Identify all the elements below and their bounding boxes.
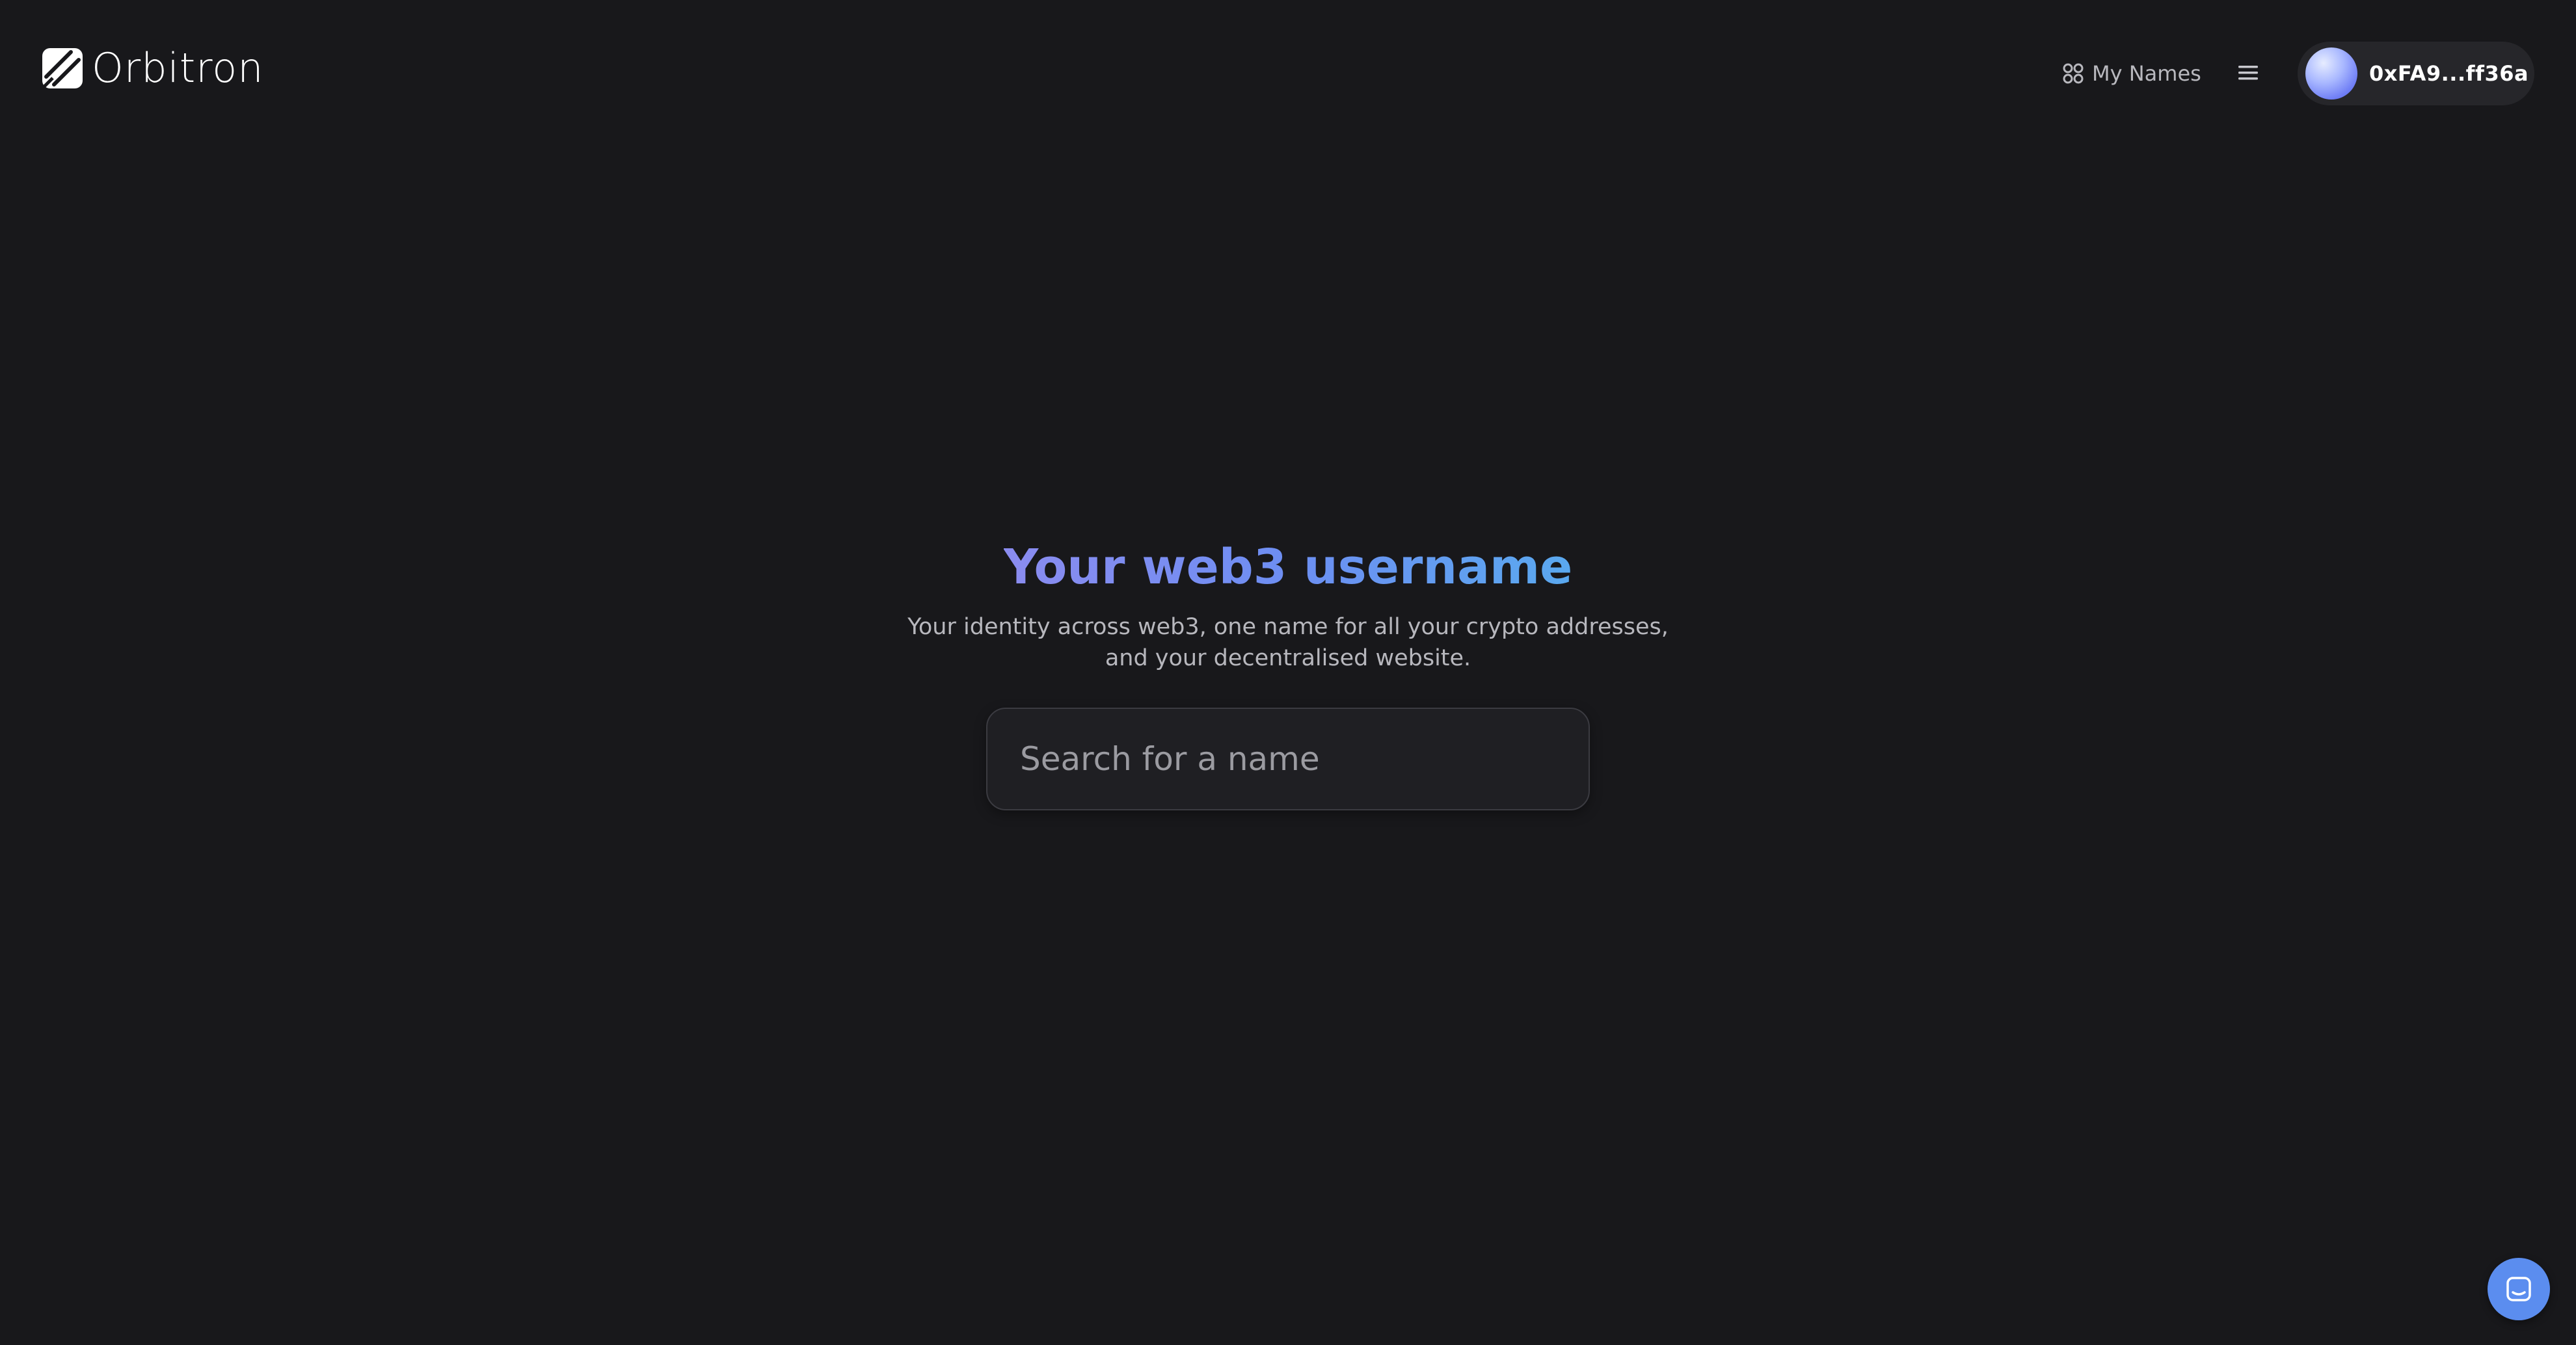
chat-bubble-icon — [2506, 1277, 2531, 1301]
grid-icon — [2063, 63, 2084, 84]
subtitle-line-1: Your identity across web3, one name for … — [907, 614, 1669, 640]
wallet-account-button[interactable]: 0xFA9...ff36a — [2298, 42, 2534, 105]
chat-launcher-button[interactable] — [2488, 1258, 2550, 1320]
my-names-label: My Names — [2092, 61, 2201, 86]
menu-button[interactable] — [2235, 61, 2261, 85]
orbitron-logo-icon — [41, 48, 83, 90]
wallet-address: 0xFA9...ff36a — [2369, 61, 2529, 86]
page-title-text: Your web3 username — [1003, 539, 1573, 595]
hamburger-menu-icon — [2238, 66, 2258, 80]
search-input[interactable] — [1019, 739, 1589, 779]
brand-logo[interactable]: Orbitron — [41, 46, 264, 91]
subtitle-line-2: and your decentralised website. — [1105, 645, 1471, 671]
my-names-link[interactable]: My Names — [2062, 57, 2201, 90]
search-box[interactable] — [986, 708, 1590, 810]
page-subtitle: Your identity across web3, one name for … — [0, 611, 2576, 674]
avatar — [2305, 47, 2357, 100]
page-title: Your web3 username — [0, 536, 2576, 598]
brand-name: Orbitron — [92, 44, 264, 92]
